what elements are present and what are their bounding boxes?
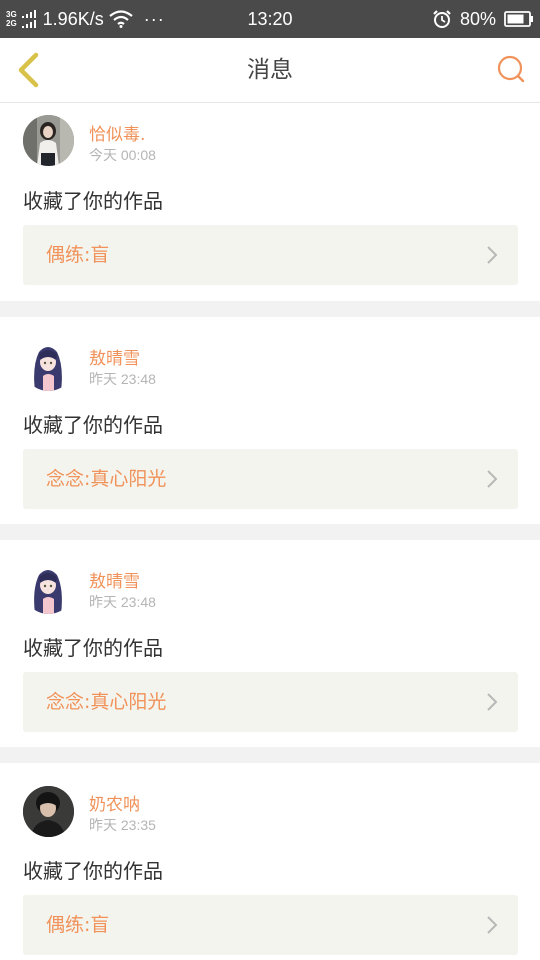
message-action: 收藏了你的作品 — [23, 636, 163, 660]
username[interactable]: 奶农呐 — [89, 790, 140, 815]
message-time: 昨天 23:48 — [89, 594, 156, 610]
messages-screen: 3G 2G 1.96K/s ··· 13:20 80% 消息 恰似毒. 今天 0… — [0, 0, 540, 960]
chevron-right-icon — [487, 246, 498, 264]
work-link[interactable]: 偶练:盲 — [23, 225, 518, 285]
battery-icon — [504, 11, 533, 27]
message-action: 收藏了你的作品 — [23, 859, 163, 883]
work-link[interactable]: 偶练:盲 — [23, 895, 518, 955]
chevron-right-icon — [487, 470, 498, 488]
message-item: 恰似毒. 今天 00:08 收藏了你的作品 偶练:盲 — [0, 103, 540, 301]
divider — [0, 747, 540, 763]
chevron-right-icon — [487, 693, 498, 711]
work-title: 偶练:盲 — [46, 244, 110, 266]
alarm-icon — [433, 10, 451, 28]
divider — [0, 524, 540, 540]
message-item: 敖晴雪 昨天 23:48 收藏了你的作品 念念:真心阳光 — [0, 317, 540, 524]
avatar[interactable] — [23, 115, 74, 166]
search-icon[interactable] — [496, 54, 526, 84]
nav-bar: 消息 — [0, 38, 540, 103]
message-item: 敖晴雪 昨天 23:48 收藏了你的作品 念念:真心阳光 — [0, 540, 540, 747]
avatar[interactable] — [23, 340, 74, 391]
work-title: 念念:真心阳光 — [46, 691, 167, 713]
work-link[interactable]: 念念:真心阳光 — [23, 672, 518, 732]
username[interactable]: 敖晴雪 — [89, 344, 140, 369]
message-time: 昨天 23:35 — [89, 817, 156, 833]
battery-percent: 80% — [459, 8, 496, 29]
message-item: 奶农呐 昨天 23:35 收藏了你的作品 偶练:盲 — [0, 763, 540, 960]
work-title: 念念:真心阳光 — [46, 468, 167, 490]
username[interactable]: 敖晴雪 — [89, 567, 140, 592]
work-link[interactable]: 念念:真心阳光 — [23, 449, 518, 509]
chevron-right-icon — [487, 916, 498, 934]
message-time: 今天 00:08 — [89, 147, 156, 163]
divider — [0, 301, 540, 317]
avatar[interactable] — [23, 563, 74, 614]
avatar[interactable] — [23, 786, 74, 837]
status-bar: 3G 2G 1.96K/s ··· 13:20 80% — [0, 0, 540, 38]
username[interactable]: 恰似毒. — [89, 120, 145, 145]
message-time: 昨天 23:48 — [89, 371, 156, 387]
message-action: 收藏了你的作品 — [23, 189, 163, 213]
work-title: 偶练:盲 — [46, 914, 110, 936]
status-right: 80% — [432, 0, 534, 38]
message-action: 收藏了你的作品 — [23, 413, 163, 437]
page-title: 消息 — [247, 57, 293, 83]
